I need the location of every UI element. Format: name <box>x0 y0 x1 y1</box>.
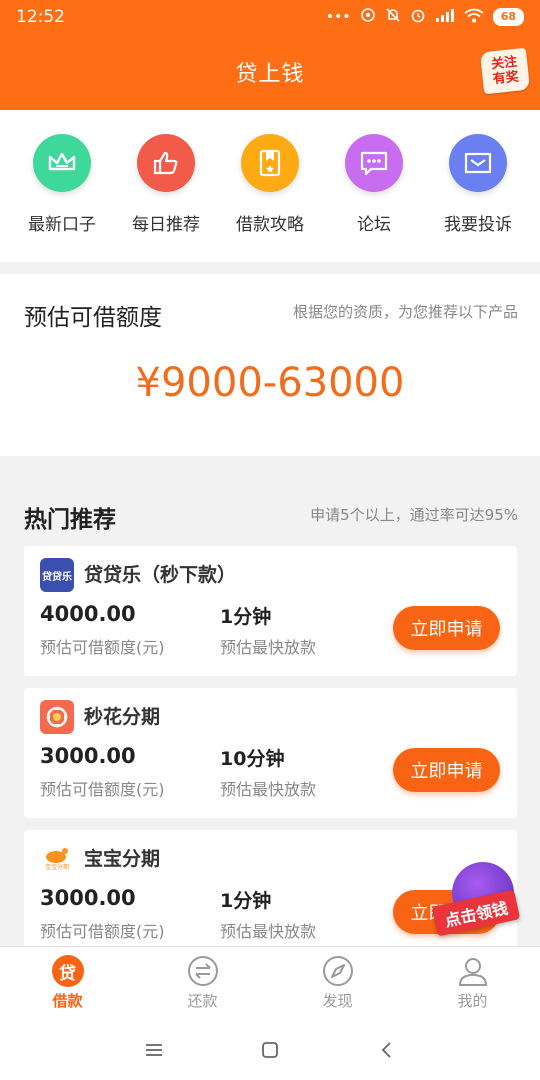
product-time: 10分钟 <box>220 748 285 770</box>
product-card[interactable]: 秒花分期 3000.00 预估可借额度(元) 10分钟 预估最快放款 立即申请 <box>24 688 517 818</box>
loan-icon: 贷 <box>51 955 84 987</box>
product-time-label: 预估最快放款 <box>220 638 317 657</box>
menu-icon[interactable] <box>139 1035 169 1065</box>
bookmark-icon <box>241 134 299 192</box>
product-amount-label: 预估可借额度(元) <box>40 780 165 799</box>
product-time-label: 预估最快放款 <box>220 780 317 799</box>
signal-icon <box>435 8 455 26</box>
nav-label: 发现 <box>322 992 353 1010</box>
baobao-logo-icon: 宝宝分期 <box>40 842 74 876</box>
quick-complaint[interactable]: 我要投诉 <box>426 134 530 262</box>
follow-reward-badge[interactable]: 关注 有奖 <box>479 47 531 95</box>
alarm-off-icon <box>385 7 401 27</box>
home-icon[interactable] <box>255 1035 285 1065</box>
clock-icon <box>410 7 426 27</box>
quick-label: 借款攻略 <box>236 215 304 235</box>
product-amount-label: 预估可借额度(元) <box>40 922 165 941</box>
hot-note: 申请5个以上，通过率可达95% <box>310 506 518 524</box>
chat-bubble-icon <box>345 134 403 192</box>
product-amount-label: 预估可借额度(元) <box>40 638 165 657</box>
product-amount: 4000.00 <box>40 602 136 626</box>
nav-label: 还款 <box>187 992 218 1010</box>
top-bar: 12:52 ••• 68 贷上钱 关注 有奖 <box>0 0 540 110</box>
quick-label: 每日推荐 <box>132 215 200 235</box>
repay-icon <box>187 955 219 987</box>
apply-button[interactable]: 立即申请 <box>393 606 500 650</box>
page-title: 贷上钱 <box>235 62 305 87</box>
product-amount: 3000.00 <box>40 886 136 910</box>
quick-label: 我要投诉 <box>444 215 512 235</box>
quick-forum[interactable]: 论坛 <box>322 134 426 262</box>
estimate-section: 预估可借额度 根据您的资质，为您推荐以下产品 ¥9000-63000 <box>0 274 540 456</box>
quick-label: 最新口子 <box>28 215 96 235</box>
nav-label: 我的 <box>457 992 488 1010</box>
promo-label: 点击领钱 <box>431 889 521 937</box>
nav-label: 借款 <box>52 992 83 1010</box>
battery-icon: 68 <box>492 8 524 26</box>
product-time: 1分钟 <box>220 890 272 912</box>
quick-guide[interactable]: 借款攻略 <box>218 134 322 262</box>
user-icon <box>457 955 489 987</box>
status-time: 12:52 <box>16 7 65 27</box>
status-bar: 12:52 ••• 68 <box>0 0 540 34</box>
status-icons: ••• 68 <box>326 7 524 27</box>
bottom-nav: 贷 借款 还款 发现 我的 <box>0 946 540 1020</box>
mail-icon <box>449 134 507 192</box>
nav-me[interactable]: 我的 <box>405 947 540 1020</box>
badge-line-2: 有奖 <box>492 69 520 88</box>
product-name: 贷贷乐（秒下款） <box>84 564 237 586</box>
product-time: 1分钟 <box>220 606 272 628</box>
hot-title: 热门推荐 <box>24 507 116 533</box>
product-card[interactable]: 贷贷乐 贷贷乐（秒下款） 4000.00 预估可借额度(元) 1分钟 预估最快放… <box>24 546 517 676</box>
product-name: 秒花分期 <box>84 706 161 728</box>
estimate-title: 预估可借额度 <box>24 305 162 331</box>
compass-icon <box>322 955 354 987</box>
product-logo: 贷贷乐 <box>40 558 74 592</box>
estimate-amount: ¥9000-63000 <box>135 360 405 406</box>
thumbs-up-icon <box>137 134 195 192</box>
quick-label: 论坛 <box>357 215 391 235</box>
nav-discover[interactable]: 发现 <box>270 947 405 1020</box>
back-icon[interactable] <box>371 1035 401 1065</box>
logo-caption: 宝宝分期 <box>44 864 69 871</box>
quick-daily[interactable]: 每日推荐 <box>114 134 218 262</box>
crown-icon <box>33 134 91 192</box>
product-amount: 3000.00 <box>40 744 136 768</box>
more-dots-icon: ••• <box>325 9 351 25</box>
wifi-icon <box>464 8 484 27</box>
system-nav <box>0 1020 540 1080</box>
quick-latest[interactable]: 最新口子 <box>10 134 114 262</box>
product-name: 宝宝分期 <box>84 848 161 870</box>
nav-loan[interactable]: 贷 借款 <box>0 947 135 1020</box>
nav-repay[interactable]: 还款 <box>135 947 270 1020</box>
hotspot-icon <box>360 7 376 27</box>
product-time-label: 预估最快放款 <box>220 922 317 941</box>
flower-logo-icon <box>40 700 74 734</box>
claim-money-promo[interactable]: 点击领钱 <box>430 862 526 942</box>
estimate-note: 根据您的资质，为您推荐以下产品 <box>292 303 518 321</box>
quick-actions: 最新口子 每日推荐 借款攻略 论坛 我要投诉 <box>0 110 540 262</box>
apply-button[interactable]: 立即申请 <box>393 748 500 792</box>
